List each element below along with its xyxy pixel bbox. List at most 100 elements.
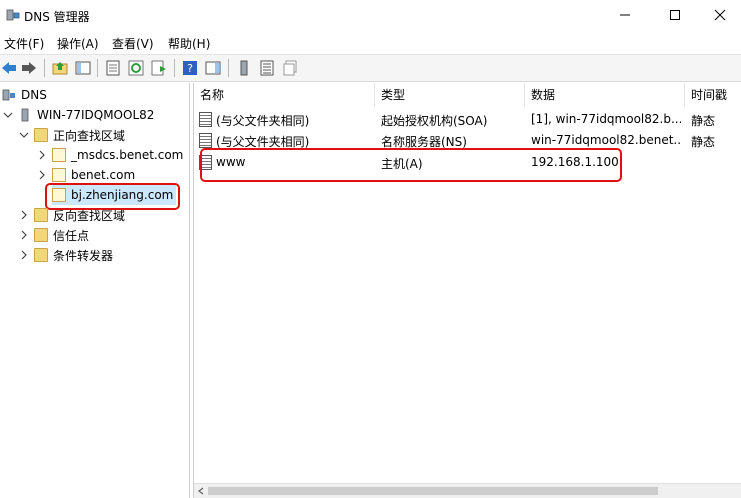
zone-icon xyxy=(52,148,66,162)
tree-item-zone[interactable]: _msdcs.benet.com xyxy=(36,145,183,165)
cell-name: (与父文件夹相同) xyxy=(216,114,310,128)
zone-icon xyxy=(52,188,66,202)
minimize-button[interactable] xyxy=(602,0,648,30)
properties-icon xyxy=(106,60,120,76)
dns-app-icon xyxy=(6,9,20,21)
cell-type: 起始授权机构(SOA) xyxy=(381,114,488,128)
close-icon xyxy=(714,9,726,21)
tree-item-server[interactable]: WIN-77IDQMOOL82 xyxy=(2,105,154,125)
menu-bar: 文件(F) 操作(A) 查看(V) 帮助(H) xyxy=(0,30,741,52)
back-arrow-icon xyxy=(2,62,16,74)
tree-label: DNS xyxy=(21,88,47,102)
show-hide-tree-button[interactable] xyxy=(74,59,92,77)
window-title: DNS 管理器 xyxy=(24,10,90,24)
tree-label: WIN-77IDQMOOL82 xyxy=(37,108,155,122)
minimize-icon xyxy=(620,14,630,16)
maximize-icon xyxy=(670,10,680,20)
chevron-down-icon[interactable] xyxy=(2,109,14,121)
show-hide-action-pane-button[interactable] xyxy=(204,59,222,77)
tree-item-dns[interactable]: DNS xyxy=(2,85,47,105)
horizontal-scrollbar[interactable] xyxy=(194,483,741,498)
table-row[interactable]: (与父文件夹相同) 名称服务器(NS) win-77idqmool82.bene… xyxy=(194,130,741,152)
tree-item-zone-selected[interactable]: bj.zhenjiang.com xyxy=(52,185,177,205)
scrollbar-thumb[interactable] xyxy=(208,487,658,495)
toolbar-separator xyxy=(44,59,45,77)
zone-icon xyxy=(52,168,66,182)
chevron-right-icon[interactable] xyxy=(18,249,30,261)
toolbar: ? xyxy=(0,54,741,82)
help-icon: ? xyxy=(183,61,197,75)
cell-data: 192.168.1.100 xyxy=(531,155,619,169)
forward-arrow-icon xyxy=(22,62,36,74)
cell-type: 主机(A) xyxy=(381,157,423,171)
chevron-right-icon[interactable] xyxy=(18,229,30,241)
table-row[interactable]: (与父文件夹相同) 起始授权机构(SOA) [1], win-77idqmool… xyxy=(194,109,741,131)
export-icon xyxy=(151,60,166,76)
tree-item-reverse-zones[interactable]: 反向查找区域 xyxy=(18,205,125,225)
tree-label: 正向查找区域 xyxy=(53,128,126,143)
server-icon xyxy=(21,108,29,122)
dns-icon xyxy=(2,89,15,101)
tree-label: benet.com xyxy=(71,168,136,182)
toolbar-separator xyxy=(228,59,229,77)
record-button[interactable] xyxy=(258,59,276,77)
tree-item-forward-zones[interactable]: 正向查找区域 xyxy=(18,125,125,145)
menu-file[interactable]: 文件(F) xyxy=(4,35,44,52)
folder-icon xyxy=(34,248,48,262)
server-button[interactable] xyxy=(235,59,253,77)
tree-item-conditional-forwarders[interactable]: 条件转发器 xyxy=(18,245,113,265)
server-icon xyxy=(240,60,248,76)
back-button[interactable] xyxy=(0,59,18,77)
menu-view[interactable]: 查看(V) xyxy=(112,35,154,52)
folder-icon xyxy=(34,208,48,222)
cell-timestamp: 静态 xyxy=(691,135,716,149)
title-bar: DNS 管理器 xyxy=(0,0,741,30)
table-row[interactable]: www 主机(A) 192.168.1.100 xyxy=(194,152,741,174)
svg-text:?: ? xyxy=(187,62,193,75)
close-button[interactable] xyxy=(697,0,741,30)
chevron-right-icon[interactable] xyxy=(36,169,48,181)
folder-up-icon xyxy=(52,62,68,75)
tree-label: _msdcs.benet.com xyxy=(71,148,184,162)
cell-data: [1], win-77idqmool82.b... xyxy=(531,112,681,126)
console-tree: DNS WIN-77IDQMOOL82 正向查找区域 _msdcs.benet.… xyxy=(0,83,190,498)
record-list-icon xyxy=(260,60,274,76)
record-list: 名称 类型 数据 时间戳 (与父文件夹相同) 起始授权机构(SOA) [1], … xyxy=(193,83,741,498)
action-pane-icon xyxy=(205,61,221,75)
tree-label: 信任点 xyxy=(53,228,90,243)
maximize-button[interactable] xyxy=(652,0,698,30)
copy-records-button[interactable] xyxy=(281,59,299,77)
export-list-button[interactable] xyxy=(150,59,168,77)
tree-label: 条件转发器 xyxy=(53,248,114,263)
column-header-data[interactable]: 数据 xyxy=(525,83,685,107)
folder-icon xyxy=(34,228,48,242)
console-tree-icon xyxy=(75,61,91,75)
cell-type: 名称服务器(NS) xyxy=(381,135,467,149)
tree-item-trust-points[interactable]: 信任点 xyxy=(18,225,89,245)
properties-button[interactable] xyxy=(104,59,122,77)
cell-timestamp: 静态 xyxy=(691,114,716,128)
menu-help[interactable]: 帮助(H) xyxy=(168,35,210,52)
chevron-right-icon[interactable] xyxy=(36,149,48,161)
column-header-type[interactable]: 类型 xyxy=(375,83,525,107)
menu-action[interactable]: 操作(A) xyxy=(57,35,99,52)
tree-item-zone[interactable]: benet.com xyxy=(36,165,135,185)
record-icon xyxy=(199,133,212,148)
column-header-name[interactable]: 名称 xyxy=(194,83,375,107)
cell-name: www xyxy=(216,155,246,169)
cell-data: win-77idqmool82.benet... xyxy=(531,133,681,147)
toolbar-separator xyxy=(97,59,98,77)
chevron-right-icon[interactable] xyxy=(18,209,30,221)
record-icon xyxy=(199,112,212,127)
cell-name: (与父文件夹相同) xyxy=(216,135,310,149)
tree-label: bj.zhenjiang.com xyxy=(71,188,174,202)
refresh-button[interactable] xyxy=(127,59,145,77)
help-button[interactable]: ? xyxy=(181,59,199,77)
record-icon xyxy=(199,155,212,170)
scroll-left-icon[interactable] xyxy=(197,487,205,495)
up-level-button[interactable] xyxy=(51,59,69,77)
forward-button[interactable] xyxy=(20,59,38,77)
column-header-timestamp[interactable]: 时间戳 xyxy=(685,83,741,107)
chevron-down-icon[interactable] xyxy=(18,129,30,141)
toolbar-separator xyxy=(174,59,175,77)
